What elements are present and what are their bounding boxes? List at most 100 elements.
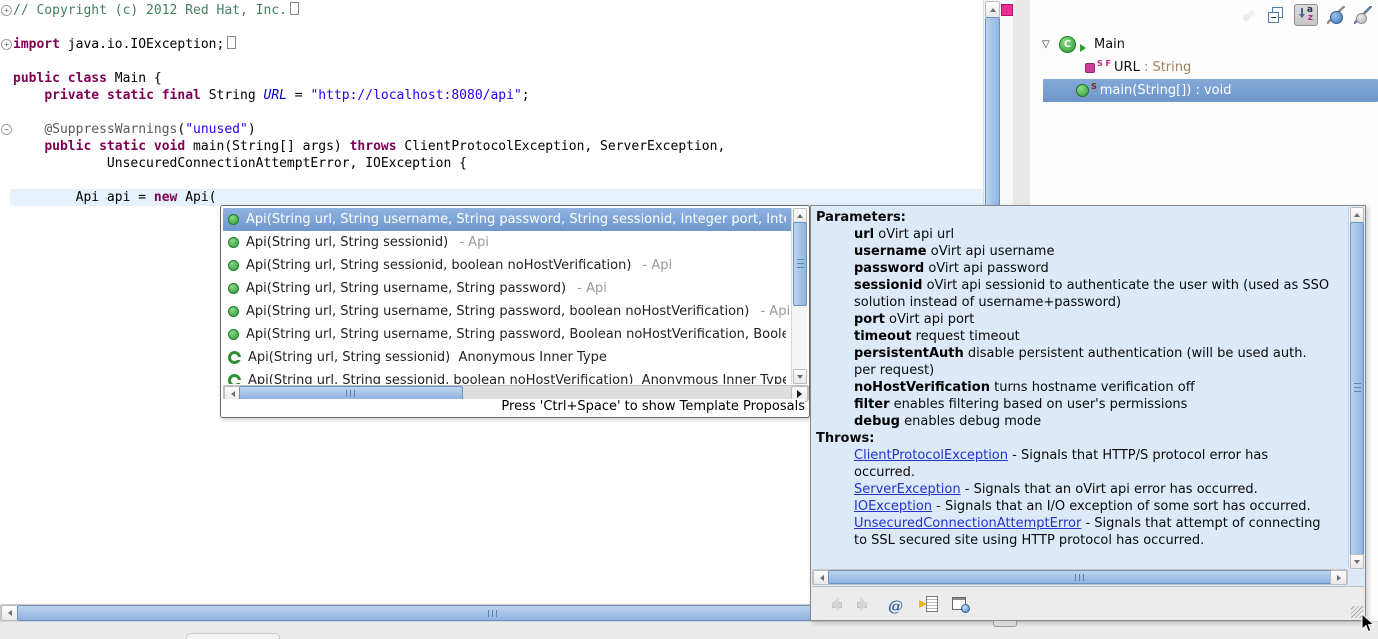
javadoc-entry: password oVirt api password	[854, 260, 1332, 277]
code-area[interactable]: // Copyright (c) 2012 Red Hat, Inc. impor…	[13, 2, 725, 206]
javadoc-entry: IOException - Signals that an I/O except…	[854, 498, 1332, 515]
outline-node-label: Main	[1094, 37, 1125, 52]
hide-fields-icon[interactable]	[1327, 6, 1345, 24]
code-segment: import	[13, 37, 60, 52]
annotation-marker[interactable]	[1001, 4, 1013, 16]
code-segment: )	[248, 122, 256, 137]
completion-item[interactable]: Api(String url, String username, String …	[223, 277, 793, 300]
completion-item-type: - Api	[756, 304, 790, 319]
modifier-decorator: S F	[1097, 56, 1111, 68]
fold-plus-icon[interactable]: +	[1, 39, 12, 50]
code-line[interactable]	[13, 172, 725, 189]
scroll-down-button[interactable]	[793, 369, 807, 384]
javadoc-link[interactable]: UnsecuredConnectionAttemptError	[854, 516, 1081, 531]
arrow-down-icon	[1354, 560, 1360, 564]
javadoc-vertical-scrollbar[interactable]	[1348, 207, 1364, 568]
outline-toolbar	[1240, 4, 1372, 26]
sort-icon[interactable]	[1294, 4, 1318, 26]
completion-item[interactable]: Api(String url, String sessionid, boolea…	[223, 369, 793, 384]
code-segment: void	[154, 139, 185, 154]
code-segment: public	[44, 139, 91, 154]
code-segment: @SuppressWarnings	[44, 122, 177, 137]
scroll-up-button[interactable]	[985, 1, 1000, 18]
completion-vertical-scrollbar[interactable]	[791, 208, 807, 384]
javadoc-section-heading: Throws:	[816, 430, 1346, 447]
code-line[interactable]	[13, 53, 725, 70]
code-line[interactable]: Api api = new Api(	[13, 189, 725, 206]
completion-item[interactable]: Api(String url, String sessionid, boolea…	[223, 254, 793, 277]
code-segment: class	[68, 71, 107, 86]
scrollbar-thumb[interactable]	[1350, 222, 1364, 555]
code-segment: "unused"	[185, 122, 248, 137]
javadoc-entry: ServerException - Signals that an oVirt …	[854, 481, 1332, 498]
constructor-icon	[228, 283, 239, 294]
code-segment	[60, 71, 68, 86]
collapse-all-icon[interactable]	[1267, 6, 1285, 24]
javadoc-link[interactable]: ClientProtocolException	[854, 448, 1008, 463]
completion-list: Api(String url, String username, String …	[223, 208, 793, 384]
javadoc-entry: timeout request timeout	[854, 328, 1332, 345]
code-segment: new	[154, 190, 177, 205]
outline-node-type: : void	[1191, 83, 1231, 98]
completion-item[interactable]: Api(String url, String username, String …	[223, 300, 793, 323]
scroll-left-button[interactable]	[1, 605, 18, 621]
code-line[interactable]: private static final String URL = "http:…	[13, 87, 725, 104]
code-segment	[91, 139, 99, 154]
code-line[interactable]: import java.io.IOException;	[13, 36, 725, 53]
code-line[interactable]	[13, 19, 725, 36]
scroll-up-button[interactable]	[1350, 207, 1364, 223]
fold-margin: + + −	[0, 0, 12, 604]
hide-static-icon[interactable]	[1354, 6, 1372, 24]
scrollbar-thumb[interactable]	[793, 222, 807, 306]
outline-tree: ▽ Main S FURL : StringSmain(String[]) : vo…	[1030, 33, 1378, 102]
scroll-right-button[interactable]	[1330, 570, 1347, 585]
outline-node-type: : String	[1140, 60, 1191, 75]
code-segment	[13, 88, 44, 103]
fold-minus-icon[interactable]: −	[1, 124, 12, 135]
completion-item[interactable]: Api(String url, String username, String …	[223, 323, 793, 346]
code-line[interactable]: public class Main {	[13, 70, 725, 87]
focus-icon[interactable]	[1240, 6, 1258, 24]
at-sign-icon[interactable]	[888, 596, 906, 612]
constructor-icon	[228, 329, 239, 340]
outline-node-main[interactable]: ▽ Main	[1030, 33, 1378, 56]
fold-plus-icon[interactable]: +	[1, 5, 12, 16]
code-line[interactable]: @SuppressWarnings("unused")	[13, 121, 725, 138]
constructor-icon	[228, 306, 239, 317]
param-name: password	[854, 261, 924, 276]
javadoc-entry: debug enables debug mode	[854, 413, 1332, 430]
code-segment: Api(	[177, 190, 216, 205]
completion-item[interactable]: Api(String url, String username, String …	[223, 208, 793, 231]
javadoc-horizontal-scrollbar[interactable]	[812, 569, 1348, 585]
javadoc-entry: sessionid oVirt api sessionid to authent…	[854, 277, 1332, 311]
code-line[interactable]: UnsecuredConnectionAttemptError, IOExcep…	[13, 155, 725, 172]
outline-node-url[interactable]: S FURL : String	[1030, 56, 1378, 79]
code-segment: UnsecuredConnectionAttemptError, IOExcep…	[13, 156, 467, 171]
code-line[interactable]: public static void main(String[] args) t…	[13, 138, 725, 155]
outline-node-main[interactable]: Smain(String[]) : void	[1043, 79, 1378, 102]
javadoc-entry: url oVirt api url	[854, 226, 1332, 243]
completion-status-text: Press 'Ctrl+Space' to show Template Prop…	[223, 399, 805, 416]
thumb-grip	[346, 390, 357, 397]
completion-item[interactable]: Api(String url, String sessionid) - Api	[223, 231, 793, 254]
javadoc-toolbar	[812, 586, 1364, 620]
expander-icon[interactable]: ▽	[1042, 39, 1059, 50]
code-segment: URL	[264, 88, 287, 103]
param-name: debug	[854, 414, 900, 429]
code-segment: ClientProtocolException, ServerException…	[397, 139, 726, 154]
code-segment: "http://localhost:8080/api"	[310, 88, 521, 103]
show-in-javadoc-view-icon[interactable]	[920, 596, 938, 612]
open-in-browser-icon[interactable]	[952, 596, 970, 612]
param-name: timeout	[854, 329, 911, 344]
code-line[interactable]: // Copyright (c) 2012 Red Hat, Inc.	[13, 2, 725, 19]
code-line[interactable]	[13, 104, 725, 121]
sort-arrow-icon	[1301, 8, 1303, 17]
completion-item[interactable]: Api(String url, String sessionid) Anonym…	[223, 346, 793, 369]
javadoc-link[interactable]: ServerException	[854, 482, 961, 497]
scrollbar-thumb[interactable]	[828, 570, 1332, 584]
scroll-down-button[interactable]	[1350, 554, 1364, 569]
minimized-tab[interactable]	[186, 633, 280, 639]
javadoc-link[interactable]: IOException	[854, 499, 932, 514]
scrollbar-thumb[interactable]	[239, 386, 463, 400]
scroll-up-button[interactable]	[793, 208, 807, 223]
